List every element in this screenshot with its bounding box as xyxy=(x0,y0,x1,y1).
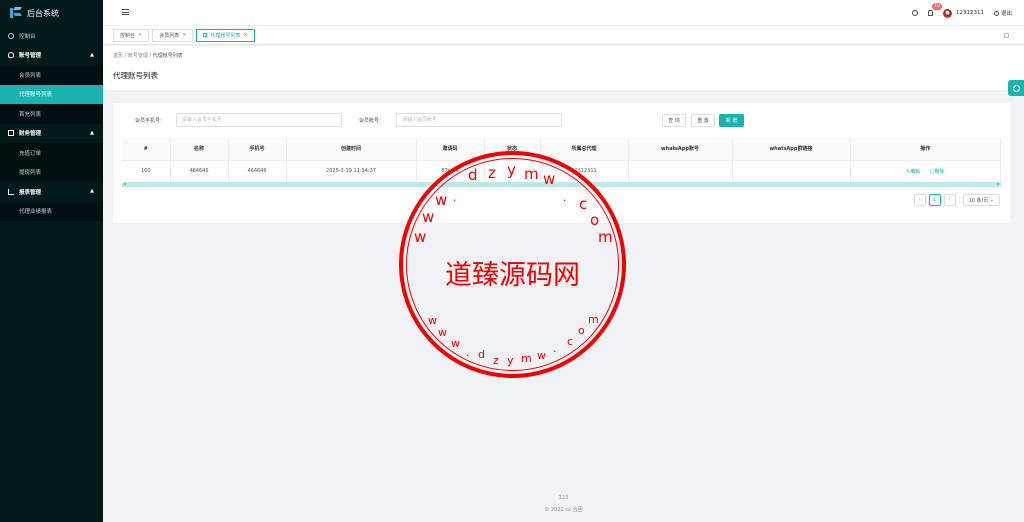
col-wa-link: whatsApp群链接 xyxy=(732,138,851,161)
sidebar-item-first-recharge[interactable]: 首充列表 xyxy=(0,104,103,124)
account-input[interactable]: 请输入会员账号 xyxy=(396,113,562,127)
col-phone: 手机号 xyxy=(228,138,287,161)
delete-label: 删除 xyxy=(934,168,945,175)
tab-member-list[interactable]: 会员列表 × xyxy=(152,28,194,42)
account-label: 会员账号: xyxy=(359,118,381,124)
col-created: 创建时间 xyxy=(286,138,417,161)
phone-label: 会员手机号: xyxy=(135,118,162,124)
sidebar-group-label: 报表管理 xyxy=(19,189,42,196)
page-header: 首页 / 账号管理 / 代理账号列表 代理账号列表 xyxy=(103,46,1024,90)
sidebar-item-agent-report[interactable]: 代理业绩报表 xyxy=(0,201,103,221)
sidebar-item-dashboard[interactable]: 控制台 xyxy=(0,26,103,46)
pagination: ‹ 1 › 10 条/页 ⌄ xyxy=(913,194,1000,206)
logout-button[interactable]: 退出 xyxy=(993,9,1012,17)
breadcrumb-home[interactable]: 首页 xyxy=(113,53,123,59)
cell-index: 160 xyxy=(122,160,171,183)
bell-icon[interactable]: 10 xyxy=(927,3,942,16)
breadcrumb-current: 代理账号列表 xyxy=(152,53,183,59)
dashboard-icon xyxy=(8,32,14,39)
tab-label: 控制台 xyxy=(120,32,136,39)
brand[interactable]: 后台系统 xyxy=(0,0,103,26)
sidebar-group-label: 财务管理 xyxy=(19,131,42,138)
footer-line: 123 xyxy=(558,495,569,501)
copyright-text: 2021 cx 合团 xyxy=(550,507,583,513)
sidebar: 后台系统 控制台 账号管理 ▲ 会员列表 代理账号列表 首充列表 财务管理 ▲ … xyxy=(0,0,103,522)
search-button[interactable]: 查 询 xyxy=(662,114,686,127)
delete-button[interactable]: □删除 xyxy=(930,169,945,175)
gear-icon xyxy=(993,10,999,16)
cell-actions: ✎编辑 □删除 xyxy=(850,160,1001,183)
page-size-label: 10 条/页 xyxy=(968,197,989,204)
cell-wa-account xyxy=(628,160,733,183)
chart-icon xyxy=(8,188,14,195)
watermark-stamp: 道臻源码网 w w w . d z y m w . c o m w w w . … xyxy=(399,151,626,378)
tab-label: 会员列表 xyxy=(159,32,180,39)
cell-phone: 464646 xyxy=(228,160,287,183)
cell-created: 2025-3-19 11:34:37 xyxy=(286,160,417,183)
tab-bar: 控制台 × 会员列表 × 代理账号列表 × xyxy=(103,26,1024,45)
finance-icon xyxy=(8,130,14,137)
edit-label: 编辑 xyxy=(910,168,921,175)
close-icon[interactable]: × xyxy=(182,32,186,38)
sidebar-item-recharge-orders[interactable]: 充值订单 xyxy=(0,143,103,163)
tab-active-icon xyxy=(203,33,208,37)
search-icon[interactable] xyxy=(911,10,918,16)
close-icon[interactable]: × xyxy=(138,32,142,38)
sidebar-group-label: 账号管理 xyxy=(19,53,42,60)
menu-toggle-icon[interactable] xyxy=(122,9,129,15)
reset-button[interactable]: 重 置 xyxy=(691,114,715,127)
username[interactable]: 12312311 xyxy=(956,10,984,16)
copyright: © 2021 cx 合团 xyxy=(544,507,583,513)
col-agent: 所属总代理 xyxy=(540,138,629,161)
chevron-up-icon: ▲ xyxy=(90,129,94,136)
tab-agent-list[interactable]: 代理账号列表 × xyxy=(196,28,255,42)
edit-button[interactable]: ✎编辑 xyxy=(906,169,920,175)
add-button[interactable]: 新 增 xyxy=(719,114,744,127)
sidebar-item-label: 控制台 xyxy=(19,33,36,40)
topbar: 10 12312311 退出 xyxy=(103,0,1024,26)
sidebar-item-agent-list[interactable]: 代理账号列表 xyxy=(0,84,103,104)
watermark-text: 道臻源码网 xyxy=(445,260,580,291)
col-actions: 操作 xyxy=(850,138,1001,161)
lock-icon[interactable] xyxy=(1004,33,1009,38)
sidebar-item-withdraw-list[interactable]: 提现列表 xyxy=(0,162,103,182)
footer: 123 © 2021 cx 合团 xyxy=(103,492,1024,516)
col-index: # xyxy=(122,138,171,161)
avatar[interactable] xyxy=(942,8,952,18)
sidebar-group-reports[interactable]: 报表管理 ▲ xyxy=(0,182,103,202)
prev-page-button[interactable]: ‹ xyxy=(913,194,926,206)
logout-label: 退出 xyxy=(1000,11,1012,17)
cell-name: 464646 xyxy=(170,160,229,183)
sidebar-group-account[interactable]: 账号管理 ▲ xyxy=(0,46,103,66)
col-name: 名称 xyxy=(170,138,229,161)
next-page-button[interactable]: › xyxy=(943,194,956,206)
page-title: 代理账号列表 xyxy=(113,71,158,80)
sidebar-item-member-list[interactable]: 会员列表 xyxy=(0,65,103,85)
col-wa-account: whatsApp账号 xyxy=(628,138,733,161)
tab-label: 代理账号列表 xyxy=(210,32,241,39)
app-title: 后台系统 xyxy=(27,8,59,18)
notification-badge: 10 xyxy=(931,3,942,10)
page-number[interactable]: 1 xyxy=(928,194,941,206)
close-icon[interactable]: × xyxy=(243,32,247,38)
gear-icon xyxy=(1012,84,1020,92)
chevron-up-icon: ▲ xyxy=(90,51,94,58)
breadcrumb-parent[interactable]: 账号管理 xyxy=(128,53,148,59)
page-size-select[interactable]: 10 条/页 ⌄ xyxy=(962,194,1000,206)
sidebar-group-finance[interactable]: 财务管理 ▲ xyxy=(0,124,103,144)
cell-wa-link xyxy=(732,160,851,183)
chevron-up-icon: ▲ xyxy=(90,188,94,194)
breadcrumb: 首页 / 账号管理 / 代理账号列表 xyxy=(113,53,183,59)
user-icon xyxy=(8,52,14,59)
app-logo xyxy=(10,7,22,19)
phone-input[interactable]: 请输入会员手机号 xyxy=(176,113,342,127)
tab-dashboard[interactable]: 控制台 × xyxy=(113,28,150,42)
table-header-row: # 名称 手机号 创建时间 邀请码 状态 所属总代理 whatsApp账号 wh… xyxy=(122,138,1001,161)
theme-settings-button[interactable] xyxy=(1008,80,1024,96)
